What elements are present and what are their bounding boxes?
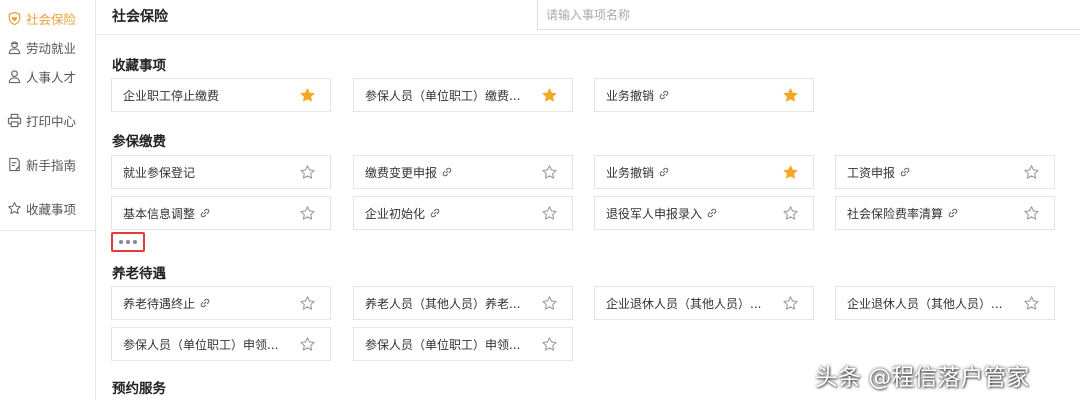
service-card-label: 社会保险费率清算 <box>847 206 944 221</box>
star-outline-icon[interactable] <box>541 336 558 353</box>
service-card-label: 缴费变更申报 <box>365 165 438 180</box>
star-outline-icon[interactable] <box>299 336 316 353</box>
sidebar-item-employment[interactable]: 劳动就业 <box>6 36 76 58</box>
service-card-label: 参保人员（单位职工）缴费... <box>365 88 521 103</box>
service-card[interactable]: 就业参保登记 <box>111 155 331 189</box>
service-card[interactable]: 业务撤销 <box>594 78 814 112</box>
service-card[interactable]: 业务撤销 <box>594 155 814 189</box>
link-icon <box>659 167 669 177</box>
person-icon <box>6 68 22 84</box>
sidebar-item-guide[interactable]: 新手指南 <box>6 153 76 175</box>
sidebar-item-label: 社会保险 <box>26 11 77 27</box>
sidebar-item-label: 新手指南 <box>26 157 77 173</box>
service-card-label: 参保人员（单位职工）申领... <box>123 337 279 352</box>
service-card-label: 工资申报 <box>847 165 896 180</box>
service-card-label: 企业职工停止缴费 <box>123 88 220 103</box>
link-icon <box>200 208 210 218</box>
service-card[interactable]: 社会保险费率清算 <box>835 196 1055 230</box>
star-outline-icon[interactable] <box>299 205 316 222</box>
star-outline-icon[interactable] <box>1023 295 1040 312</box>
service-card-label: 企业退休人员（其他人员）... <box>847 296 1003 311</box>
worker-icon <box>6 39 22 55</box>
sidebar-item-favorites[interactable]: 收藏事项 <box>6 197 76 219</box>
star-outline-icon[interactable] <box>541 205 558 222</box>
service-card[interactable]: 参保人员（单位职工）申领... <box>111 327 331 361</box>
service-card-label: 业务撤销 <box>606 88 655 103</box>
sidebar-item-print-center[interactable]: 打印中心 <box>6 109 76 131</box>
more-dot <box>119 240 123 244</box>
service-card[interactable]: 企业初始化 <box>353 196 573 230</box>
link-icon <box>200 298 210 308</box>
service-card-label: 退役军人申报录入 <box>606 206 703 221</box>
star-outline-icon[interactable] <box>782 205 799 222</box>
service-card-label: 企业退休人员（其他人员）... <box>606 296 762 311</box>
link-icon <box>900 167 910 177</box>
sidebar-item-label: 收藏事项 <box>26 201 77 217</box>
star-filled-icon[interactable] <box>299 87 316 104</box>
section-title-pension: 养老待遇 <box>112 266 166 282</box>
header-divider <box>96 34 1080 35</box>
service-card-label: 参保人员（单位职工）申领... <box>365 337 521 352</box>
star-outline-icon[interactable] <box>782 295 799 312</box>
section-title-appointment: 预约服务 <box>112 381 166 397</box>
service-card-label: 企业初始化 <box>365 206 426 221</box>
link-icon <box>442 167 452 177</box>
star-outline-icon[interactable] <box>299 164 316 181</box>
service-card[interactable]: 养老人员（其他人员）养老... <box>353 286 573 320</box>
sidebar: 社会保险 劳动就业 人事人才 打印中心 新手指南 收藏事项 <box>0 0 96 400</box>
service-card[interactable]: 养老待遇终止 <box>111 286 331 320</box>
link-icon <box>948 208 958 218</box>
service-card[interactable]: 工资申报 <box>835 155 1055 189</box>
section-title-insurance-payment: 参保缴费 <box>112 134 166 150</box>
link-icon <box>707 208 717 218</box>
service-card[interactable]: 参保人员（单位职工）申领... <box>353 327 573 361</box>
star-outline-icon[interactable] <box>1023 164 1040 181</box>
star-outline-icon[interactable] <box>541 164 558 181</box>
more-button[interactable] <box>111 232 145 252</box>
service-card[interactable]: 基本信息调整 <box>111 196 331 230</box>
star-filled-icon[interactable] <box>782 87 799 104</box>
sidebar-item-label: 打印中心 <box>26 113 77 129</box>
link-icon <box>430 208 440 218</box>
service-card[interactable]: 缴费变更申报 <box>353 155 573 189</box>
section-title-favorites: 收藏事项 <box>112 58 166 74</box>
star-filled-icon[interactable] <box>541 87 558 104</box>
service-card-label: 业务撤销 <box>606 165 655 180</box>
service-card[interactable]: 参保人员（单位职工）缴费... <box>353 78 573 112</box>
more-dot <box>133 240 137 244</box>
printer-icon <box>6 112 22 128</box>
sidebar-item-personnel[interactable]: 人事人才 <box>6 65 76 87</box>
star-outline-icon[interactable] <box>1023 205 1040 222</box>
sidebar-item-social-insurance[interactable]: 社会保险 <box>6 7 76 29</box>
more-dot <box>126 240 130 244</box>
service-card-label: 养老人员（其他人员）养老... <box>365 296 521 311</box>
shield-heart-icon <box>6 10 22 26</box>
guide-icon <box>6 156 22 172</box>
star-outline-icon[interactable] <box>299 295 316 312</box>
star-filled-icon[interactable] <box>782 164 799 181</box>
service-card[interactable]: 企业退休人员（其他人员）... <box>594 286 814 320</box>
sidebar-item-label: 劳动就业 <box>26 40 77 56</box>
service-card-label: 基本信息调整 <box>123 206 196 221</box>
page-title: 社会保险 <box>112 9 168 25</box>
service-card[interactable]: 企业退休人员（其他人员）... <box>835 286 1055 320</box>
watermark: 头条 @程信落户管家 <box>815 365 1030 391</box>
link-icon <box>659 90 669 100</box>
service-card[interactable]: 企业职工停止缴费 <box>111 78 331 112</box>
search-input[interactable] <box>537 0 1080 30</box>
service-card[interactable]: 退役军人申报录入 <box>594 196 814 230</box>
service-card-label: 养老待遇终止 <box>123 296 196 311</box>
star-outline-icon <box>6 200 22 216</box>
star-outline-icon[interactable] <box>541 295 558 312</box>
sidebar-item-label: 人事人才 <box>26 69 77 85</box>
sidebar-divider <box>0 230 95 231</box>
service-card-label: 就业参保登记 <box>123 165 196 180</box>
